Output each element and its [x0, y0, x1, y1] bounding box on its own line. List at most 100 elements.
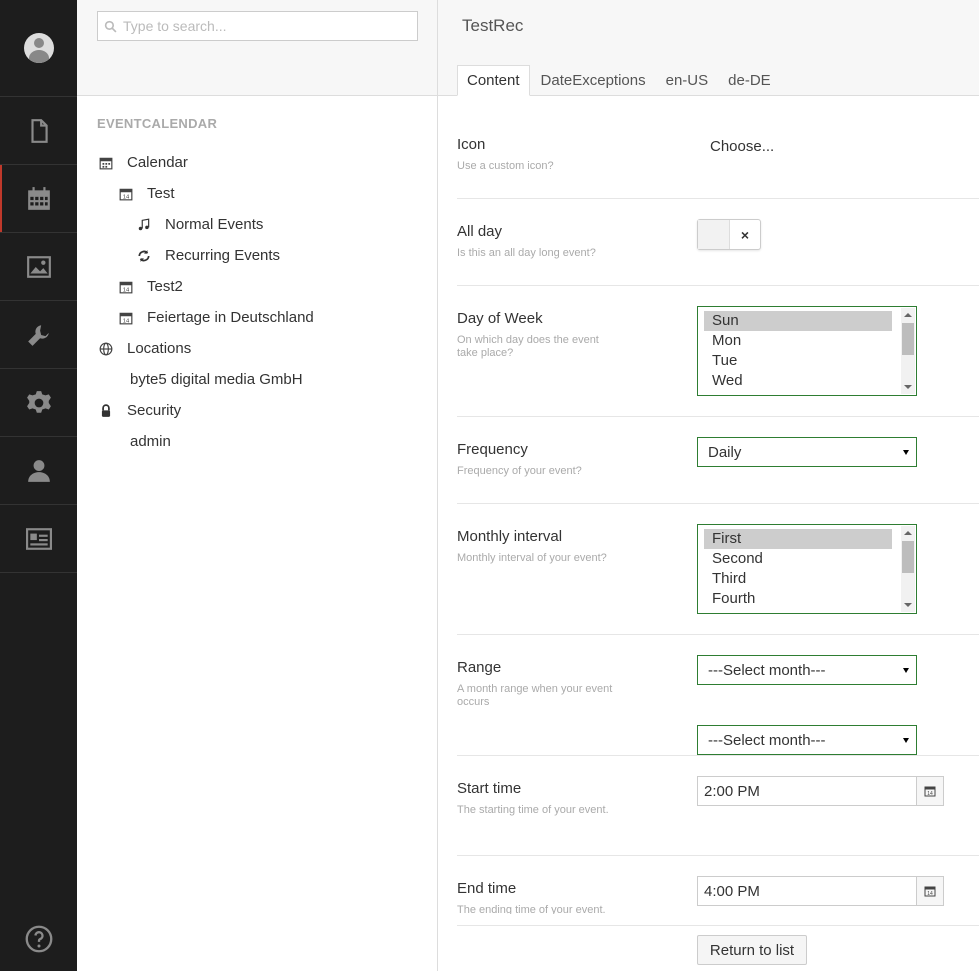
tree-item-normal-events[interactable]: Normal Events — [97, 209, 427, 240]
tree-panel: EVENTCALENDAR Calendar 14 Test Normal Ev… — [77, 0, 438, 971]
search-input[interactable] — [123, 18, 403, 34]
listbox-option[interactable]: First — [704, 529, 892, 549]
frequency-select[interactable]: Daily — [697, 437, 917, 467]
tree-item-feiertage[interactable]: 14 Feiertage in Deutschland — [97, 302, 427, 333]
calendar-icon: 14 — [119, 188, 133, 200]
tree-item-test[interactable]: 14 Test — [97, 178, 427, 209]
listbox-option[interactable]: Tue — [704, 351, 892, 371]
tree-item-byte5[interactable]: byte5 digital media GmbH — [97, 364, 427, 395]
music-note-icon — [138, 217, 150, 230]
help-icon — [25, 925, 52, 953]
gear-icon — [26, 390, 51, 413]
field-label: Day of Week — [457, 310, 543, 327]
scrollbar-thumb[interactable] — [902, 323, 914, 355]
dropdown-caret-icon — [903, 450, 909, 455]
range-from-select[interactable]: ---Select month--- — [697, 655, 917, 685]
field-hint: Monthly interval of your event? — [457, 552, 607, 564]
rail-item-users[interactable] — [0, 437, 77, 505]
calendar-icon — [99, 157, 113, 169]
field-label: Start time — [457, 780, 522, 797]
scroll-up-icon[interactable] — [904, 531, 912, 535]
field-hint: Frequency of your event? — [457, 465, 582, 477]
tree-item-label: Security — [127, 402, 182, 419]
app-rail — [0, 0, 77, 971]
rail-item-settings[interactable] — [0, 369, 77, 437]
range-to-select[interactable]: ---Select month--- — [697, 725, 917, 755]
monthly-interval-listbox[interactable]: First Second Third Fourth — [697, 524, 917, 614]
tree-item-test2[interactable]: 14 Test2 — [97, 271, 427, 302]
tree-item-label: Normal Events — [165, 216, 264, 233]
listbox-option[interactable]: Mon — [704, 331, 892, 351]
lock-icon — [101, 403, 111, 417]
tree-item-admin[interactable]: admin — [97, 426, 427, 457]
scroll-down-icon[interactable] — [904, 603, 912, 607]
tab-bar: Content DateExceptions en-US de-DE — [457, 65, 782, 96]
avatar[interactable] — [23, 33, 54, 63]
tree-item-label: Test — [147, 185, 175, 202]
tab-date-exceptions[interactable]: DateExceptions — [532, 65, 655, 96]
select-value: Daily — [708, 443, 742, 461]
field-label: All day — [457, 223, 503, 240]
tree-item-locations[interactable]: Locations — [97, 333, 427, 364]
field-frequency: Frequency Frequency of your event? Daily — [457, 417, 979, 504]
listbox-option[interactable]: Wed — [704, 371, 892, 391]
svg-text:14: 14 — [927, 891, 933, 897]
listbox-option[interactable]: Fourth — [704, 589, 892, 609]
field-hint: A month range when your event occurs — [457, 683, 613, 708]
scroll-down-icon[interactable] — [904, 385, 912, 389]
dropdown-caret-icon — [903, 738, 909, 743]
content-form: Icon Use a custom icon? Choose... All da… — [457, 96, 979, 926]
field-label: Range — [457, 659, 502, 676]
toggle-knob — [698, 220, 730, 249]
scrollbar-thumb[interactable] — [902, 541, 914, 573]
tree-item-security[interactable]: Security — [97, 395, 427, 426]
calendar-button[interactable]: 14 — [916, 877, 943, 905]
field-label: Monthly interval — [457, 528, 563, 545]
tree-search-area — [77, 0, 437, 96]
listbox-option[interactable]: Sun — [704, 311, 892, 331]
start-time-picker[interactable]: 2:00 PM 14 — [697, 776, 944, 806]
close-icon: × — [740, 226, 750, 243]
all-day-toggle[interactable]: × — [697, 219, 761, 250]
tree-item-calendar[interactable]: Calendar — [97, 147, 427, 178]
rail-item-calendar[interactable] — [0, 165, 77, 233]
listbox-option[interactable]: Third — [704, 569, 892, 589]
user-icon — [27, 459, 50, 482]
tree-item-label: admin — [130, 433, 171, 450]
field-all-day: All day Is this an all day long event? × — [457, 199, 979, 286]
scrollbar[interactable] — [901, 308, 915, 394]
editor-panel: TestRec Content DateExceptions en-US de-… — [438, 0, 979, 971]
select-value: ---Select month--- — [708, 661, 826, 679]
start-time-input[interactable]: 2:00 PM — [698, 777, 916, 805]
tab-content[interactable]: Content — [457, 65, 530, 96]
rail-item-content[interactable] — [0, 97, 77, 165]
search-box[interactable] — [97, 11, 418, 41]
help-button[interactable] — [0, 925, 77, 953]
globe-icon — [99, 342, 113, 355]
calendar-icon: 14 — [119, 281, 133, 293]
scroll-up-icon[interactable] — [904, 313, 912, 317]
return-to-list-button[interactable]: Return to list — [697, 935, 807, 965]
field-range: Range A month range when your event occu… — [457, 635, 979, 756]
listbox-option[interactable]: Second — [704, 549, 892, 569]
rail-item-media[interactable] — [0, 233, 77, 301]
tab-en-us[interactable]: en-US — [657, 65, 718, 96]
tree-section-title: EVENTCALENDAR — [97, 116, 218, 131]
day-of-week-listbox[interactable]: Sun Mon Tue Wed — [697, 306, 917, 396]
end-time-picker[interactable]: 4:00 PM 14 — [697, 876, 944, 906]
field-monthly-interval: Monthly interval Monthly interval of you… — [457, 504, 979, 635]
tab-de-de[interactable]: de-DE — [719, 65, 780, 96]
svg-text:14: 14 — [123, 318, 130, 324]
search-icon — [104, 20, 117, 32]
end-time-input[interactable]: 4:00 PM — [698, 877, 916, 905]
rail-item-developer[interactable] — [0, 301, 77, 369]
page-title[interactable]: TestRec — [462, 16, 523, 36]
tree-item-label: Locations — [127, 340, 192, 357]
scrollbar[interactable] — [901, 526, 915, 612]
rail-item-members[interactable] — [0, 505, 77, 573]
calendar-button[interactable]: 14 — [916, 777, 943, 805]
choose-icon-link[interactable]: Choose... — [697, 138, 774, 155]
tree-item-recurring-events[interactable]: Recurring Events — [97, 240, 427, 271]
field-start-time: Start time The starting time of your eve… — [457, 756, 979, 856]
field-hint: Use a custom icon? — [457, 160, 554, 172]
